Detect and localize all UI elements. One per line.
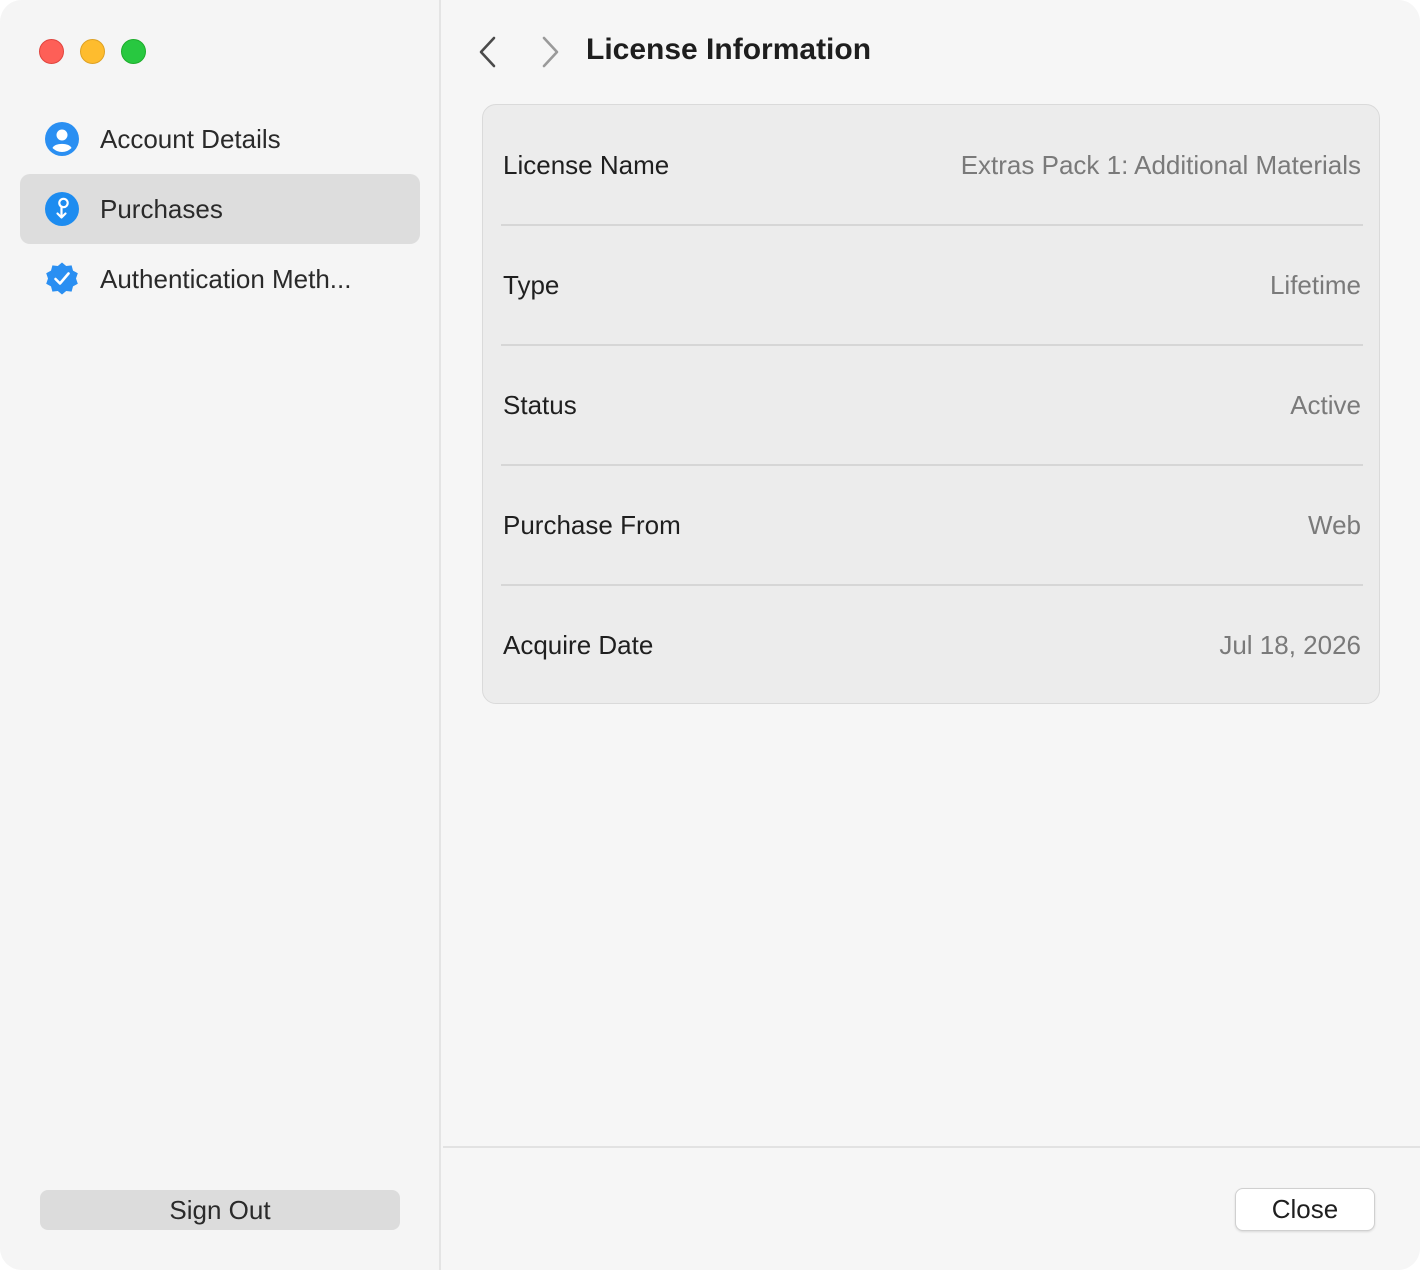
row-label: Type [503, 269, 560, 300]
forward-button[interactable] [535, 34, 565, 70]
sidebar-item-account-details[interactable]: Account Details [20, 104, 420, 174]
sidebar: Account Details Purchases Authentication… [0, 0, 441, 1270]
close-window-button[interactable] [39, 39, 64, 64]
row-value: Extras Pack 1: Additional Materials [960, 149, 1361, 180]
row-label: Purchase From [503, 509, 681, 540]
license-row-license-name: License Name Extras Pack 1: Additional M… [483, 105, 1381, 225]
verified-badge-icon [46, 262, 78, 295]
footer-divider [443, 1146, 1420, 1148]
license-row-acquire-date: Acquire Date Jul 18, 2026 [483, 585, 1381, 705]
sidebar-item-label: Purchases [100, 193, 223, 224]
close-button[interactable]: Close [1235, 1188, 1375, 1231]
person-circle-icon [45, 122, 79, 156]
row-value: Web [1308, 509, 1361, 540]
sidebar-item-label: Account Details [100, 123, 281, 154]
row-label: Status [503, 389, 577, 420]
row-label: Acquire Date [503, 629, 654, 660]
purchase-icon [45, 192, 79, 226]
chevron-left-icon [479, 36, 496, 68]
sign-out-button[interactable]: Sign Out [40, 1190, 400, 1230]
license-row-status: Status Active [483, 345, 1381, 465]
sidebar-item-authentication-methods[interactable]: Authentication Meth... [20, 244, 420, 314]
license-row-purchase-from: Purchase From Web [483, 465, 1381, 585]
minimize-window-button[interactable] [80, 39, 105, 64]
row-label: License Name [503, 149, 670, 180]
row-value: Lifetime [1269, 269, 1361, 300]
main-panel: License Information License Name Extras … [443, 0, 1420, 1270]
license-row-type: Type Lifetime [483, 225, 1381, 345]
sidebar-item-label: Authentication Meth... [100, 263, 352, 294]
row-value: Jul 18, 2026 [1219, 629, 1361, 660]
back-button[interactable] [473, 34, 503, 70]
chevron-right-icon [542, 36, 559, 68]
sidebar-item-purchases[interactable]: Purchases [20, 174, 420, 244]
row-value: Active [1290, 389, 1361, 420]
window-controls [39, 39, 146, 64]
license-info-card: License Name Extras Pack 1: Additional M… [482, 104, 1380, 704]
zoom-window-button[interactable] [121, 39, 146, 64]
page-title: License Information [586, 33, 872, 66]
app-window: Account Details Purchases Authentication… [0, 0, 1420, 1270]
